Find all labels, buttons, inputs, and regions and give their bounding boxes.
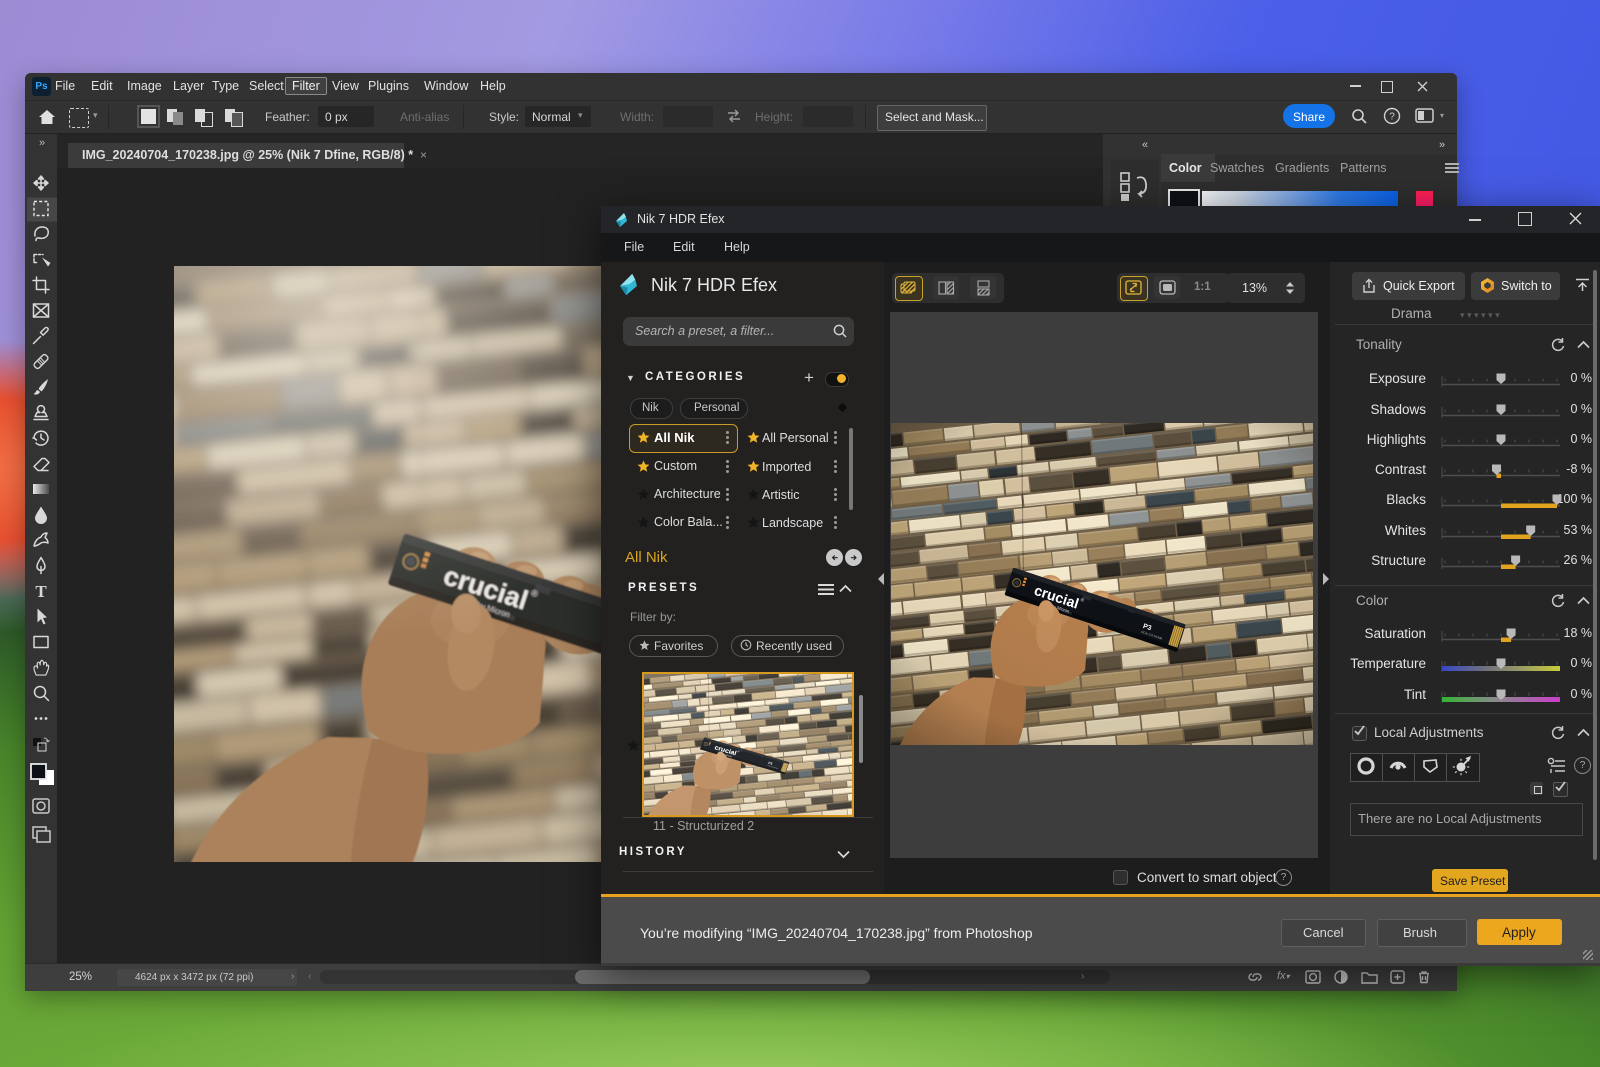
svg-text:T: T — [35, 582, 47, 601]
svg-text:»: » — [39, 137, 45, 149]
svg-text:?: ? — [1389, 112, 1395, 123]
